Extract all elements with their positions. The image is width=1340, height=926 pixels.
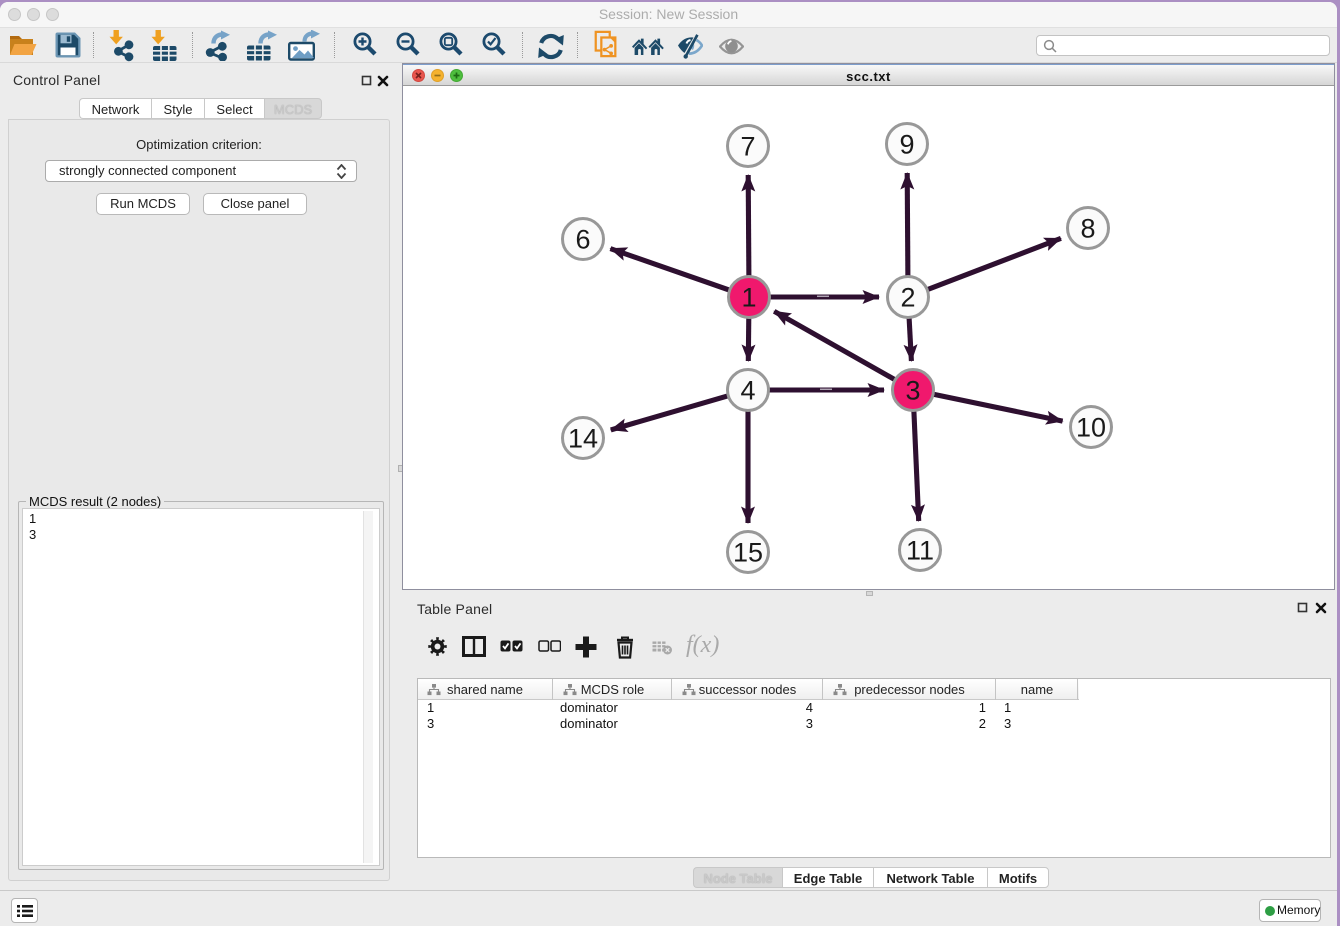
svg-text:2: 2: [900, 283, 915, 313]
svg-text:7: 7: [740, 132, 755, 162]
svg-text:6: 6: [575, 225, 590, 255]
svg-text:15: 15: [733, 538, 763, 568]
svg-text:9: 9: [899, 130, 914, 160]
svg-text:1: 1: [741, 283, 756, 313]
svg-text:10: 10: [1076, 413, 1106, 443]
svg-text:4: 4: [740, 376, 755, 406]
svg-text:8: 8: [1080, 214, 1095, 244]
svg-text:11: 11: [906, 536, 934, 566]
svg-text:3: 3: [905, 376, 920, 406]
svg-text:14: 14: [568, 424, 598, 454]
